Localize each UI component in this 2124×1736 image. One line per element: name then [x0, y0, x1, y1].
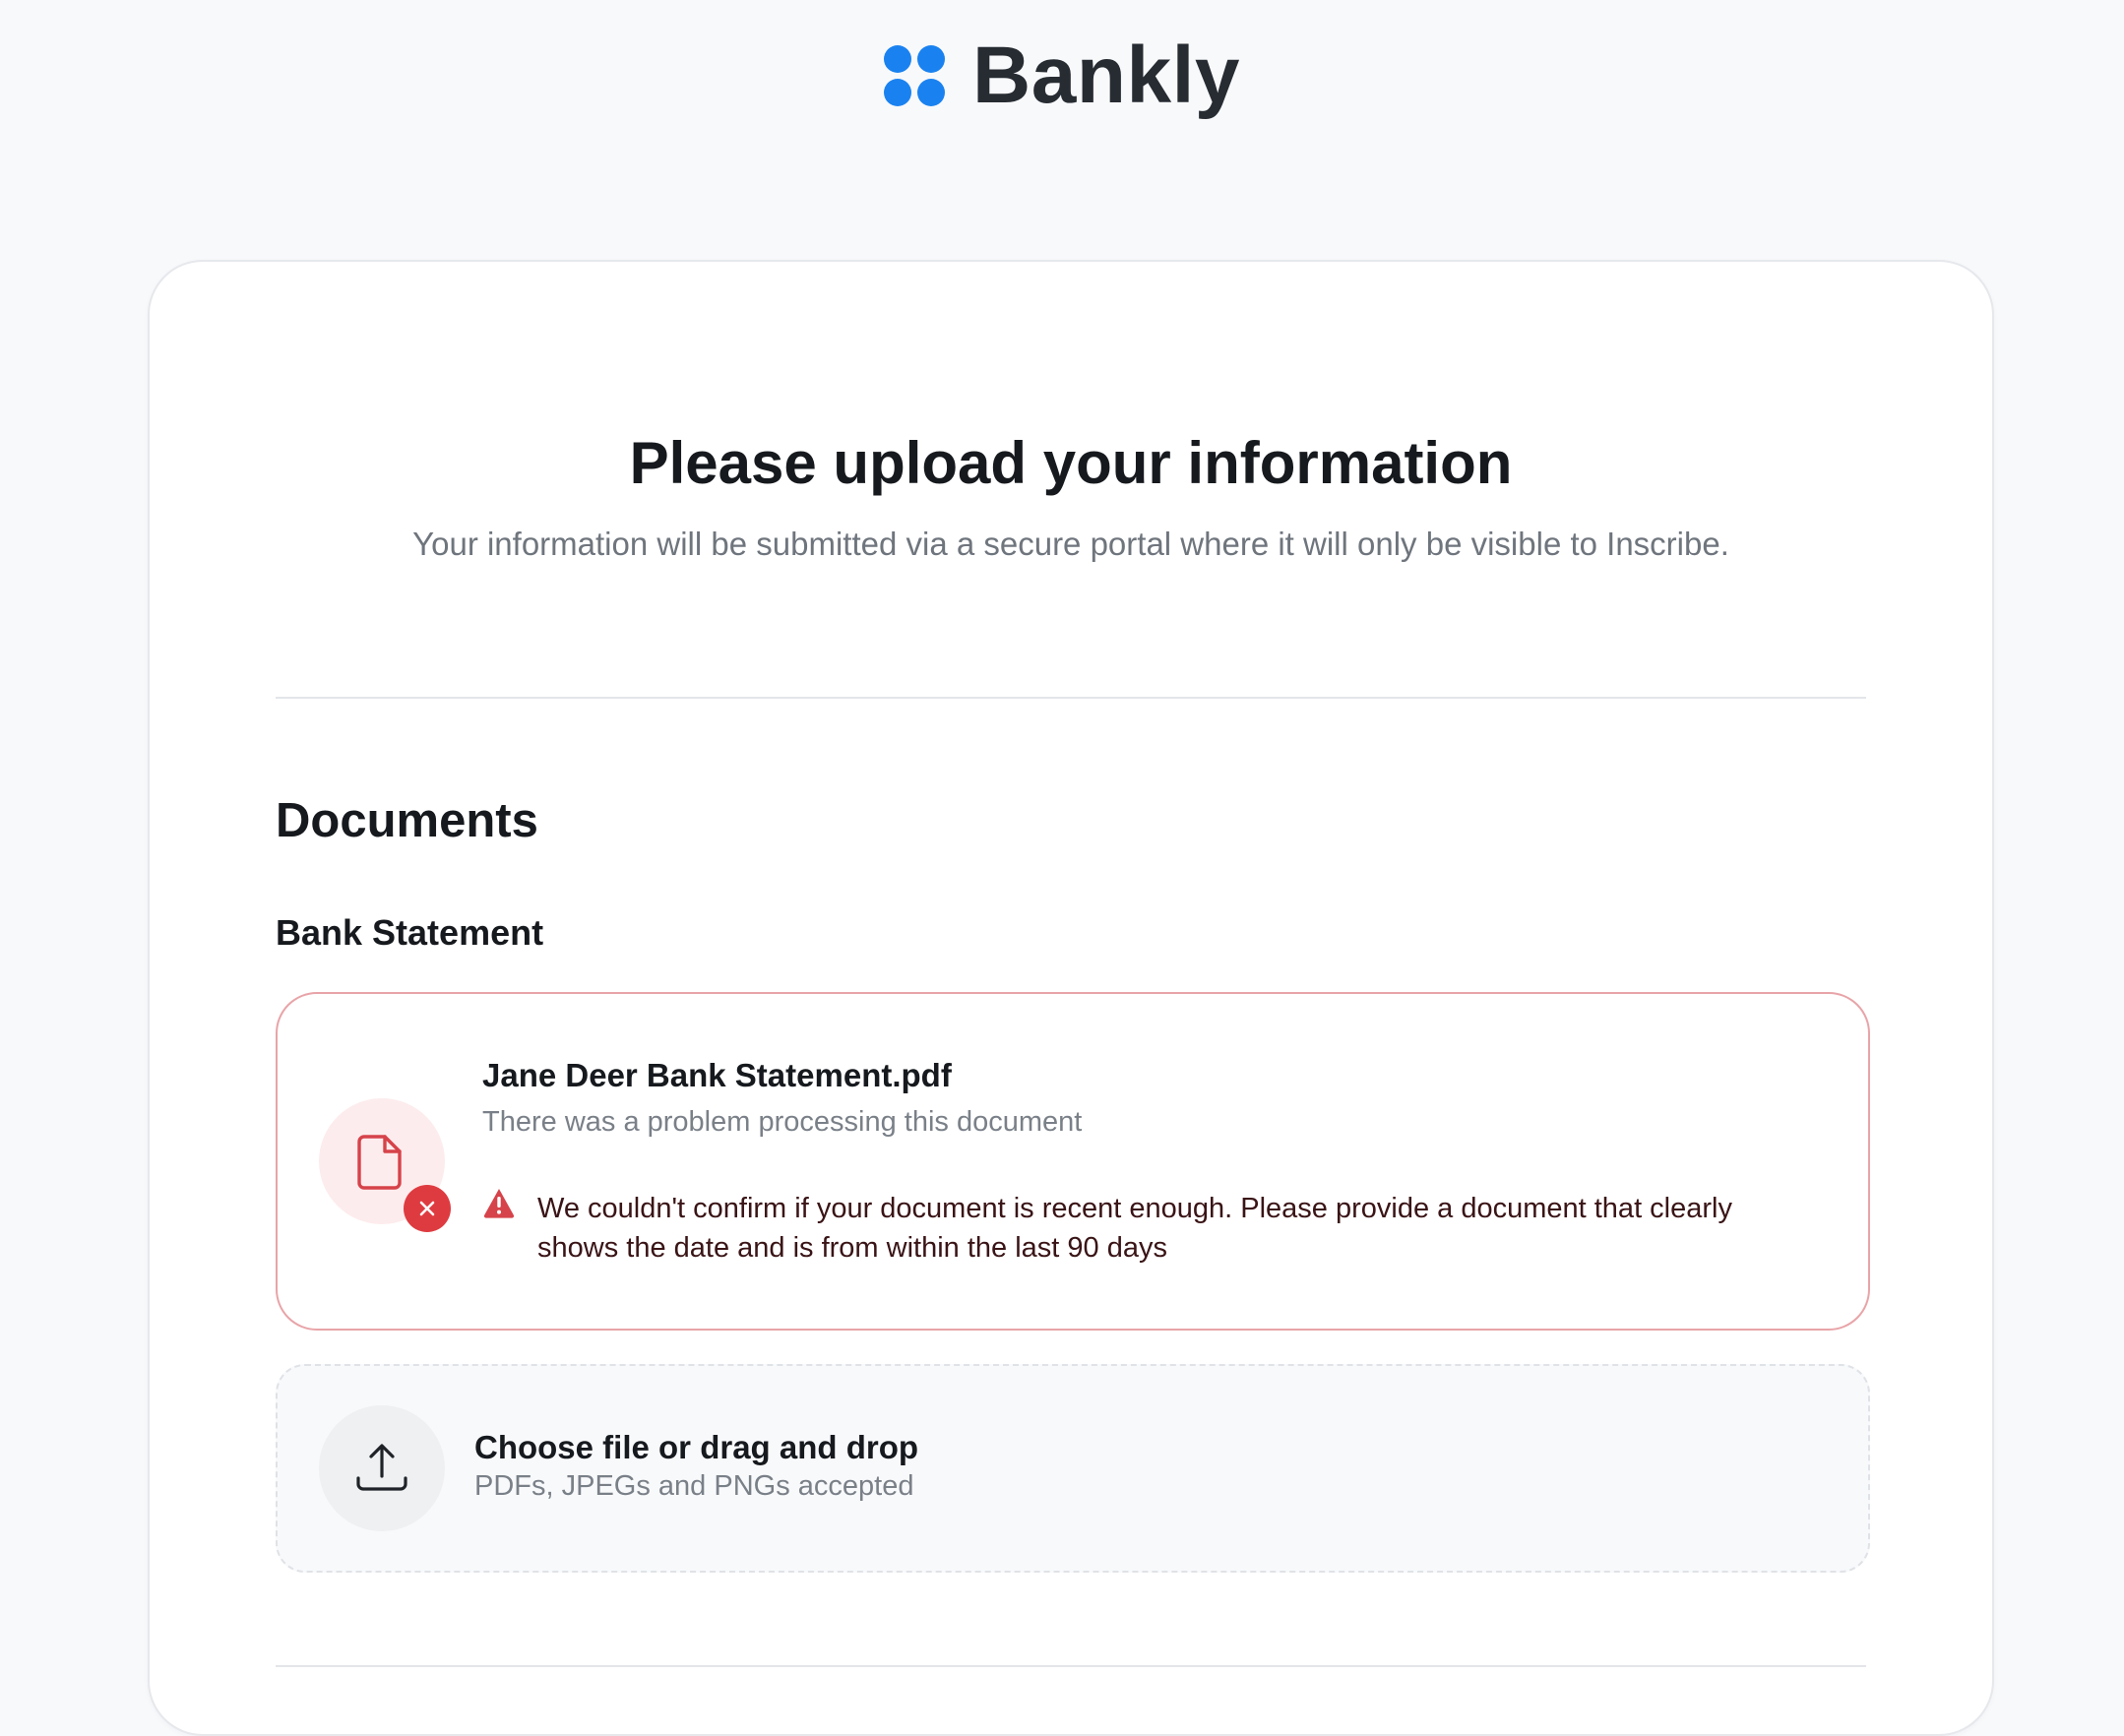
- dropzone-hint: PDFs, JPEGs and PNGs accepted: [474, 1470, 914, 1502]
- upload-icon: [319, 1405, 445, 1531]
- section-divider: [276, 697, 1866, 699]
- logo-dot: [917, 45, 946, 73]
- upload-card: Please upload your information Your info…: [148, 260, 1994, 1736]
- logo-dot: [917, 79, 946, 106]
- page-subtitle: Your information will be submitted via a…: [412, 526, 1729, 562]
- brand-name: Bankly: [972, 31, 1240, 120]
- document-type-label: Bank Statement: [276, 912, 544, 953]
- four-dots-logo-icon: [884, 45, 946, 106]
- file-status: There was a problem processing this docu…: [482, 1106, 1083, 1138]
- section-divider: [276, 1665, 1866, 1667]
- close-icon[interactable]: [404, 1185, 451, 1232]
- error-message: We couldn't confirm if your document is …: [537, 1193, 1732, 1264]
- logo-dot: [884, 79, 912, 106]
- dropzone-title: Choose file or drag and drop: [474, 1429, 919, 1465]
- logo-dot: [884, 45, 912, 73]
- uploaded-file-error-card: Jane Deer Bank Statement.pdf There was a…: [276, 992, 1870, 1331]
- documents-section-title: Documents: [276, 794, 538, 847]
- file-name: Jane Deer Bank Statement.pdf: [482, 1057, 952, 1093]
- page-title: Please upload your information: [629, 430, 1513, 496]
- file-dropzone[interactable]: Choose file or drag and drop PDFs, JPEGs…: [276, 1364, 1870, 1573]
- warning-triangle-icon: [482, 1187, 516, 1223]
- brand-header: Bankly: [0, 35, 2124, 116]
